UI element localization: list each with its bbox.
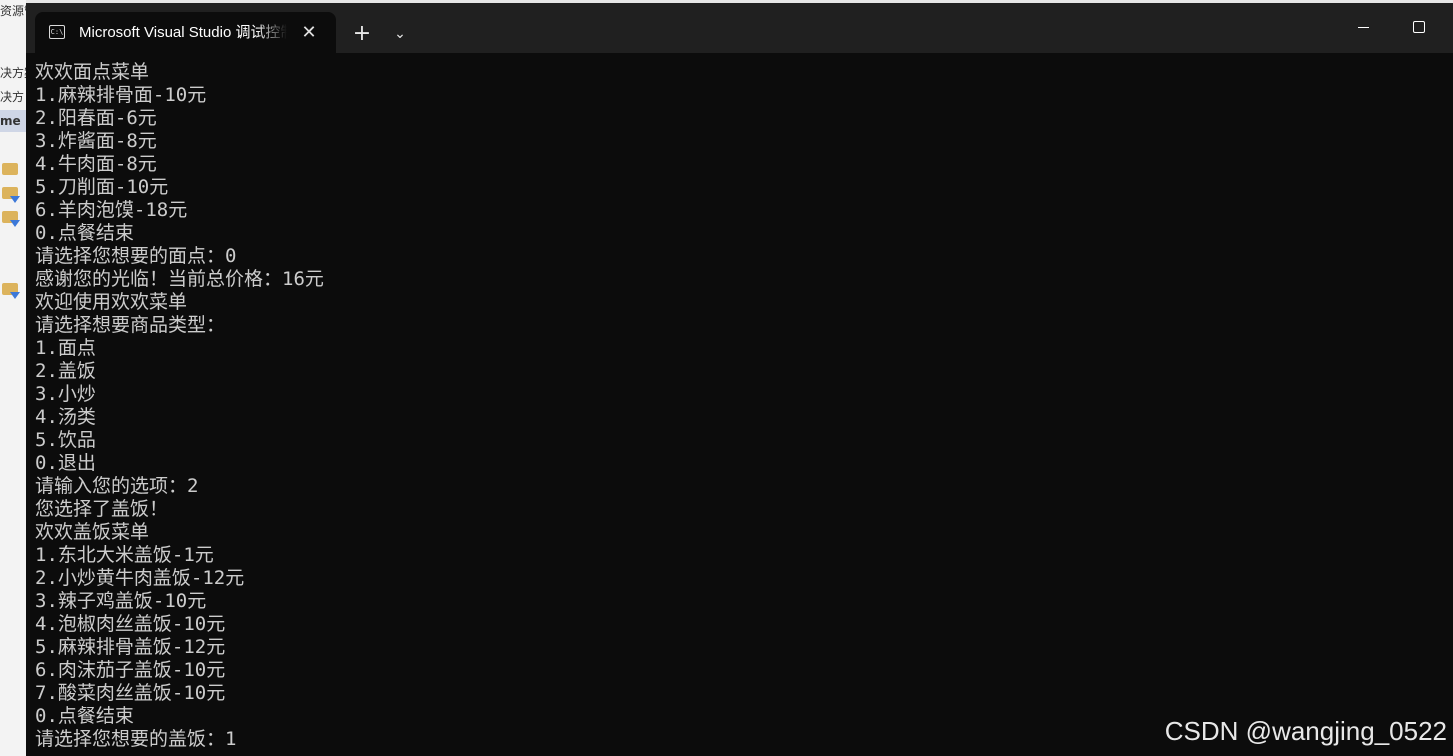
screen: 资源管 决方案 决方 me C:\ Microsoft Visual Studi… <box>0 0 1453 756</box>
console-line: 2.盖饭 <box>35 360 96 382</box>
minimize-icon <box>1358 27 1369 28</box>
console-line: 3.炸酱面-8元 <box>35 130 157 152</box>
minimize-button[interactable] <box>1334 3 1392 53</box>
folder-icon <box>2 163 18 175</box>
tab-title: Microsoft Visual Studio 调试控制台 <box>79 24 287 41</box>
console-line: 1.东北大米盖饭-1元 <box>35 544 214 566</box>
console-line: 4.汤类 <box>35 406 96 428</box>
tab-debug-console[interactable]: C:\ Microsoft Visual Studio 调试控制台 ✕ <box>35 12 336 53</box>
filter-icon <box>10 292 20 299</box>
close-tab-button[interactable]: ✕ <box>297 21 321 45</box>
bg-row-solution[interactable]: 决方 <box>0 86 26 108</box>
console-line: 请选择想要商品类型： <box>35 314 226 336</box>
maximize-button[interactable] <box>1392 3 1450 53</box>
console-line: 4.泡椒肉丝盖饭-10元 <box>35 613 226 635</box>
console-line: 欢欢盖饭菜单 <box>35 521 150 543</box>
filter-icon <box>10 196 20 203</box>
terminal-window: C:\ Microsoft Visual Studio 调试控制台 ✕ + ⌄ … <box>26 3 1453 756</box>
bg-row-project[interactable]: me <box>0 110 26 132</box>
console-line: 感谢您的光临！当前总价格：16元 <box>35 268 324 290</box>
new-tab-button[interactable]: + <box>348 20 376 48</box>
console-line: 7.酸菜肉丝盖饭-10元 <box>35 682 226 704</box>
console-line: 请输入您的选项：2 <box>35 475 199 497</box>
console-line: 欢迎使用欢欢菜单 <box>35 291 188 313</box>
console-line: 0.点餐结束 <box>35 222 134 244</box>
bg-row-solution-explorer-title: 资源管 <box>0 4 26 18</box>
title-bar[interactable]: C:\ Microsoft Visual Studio 调试控制台 ✕ + ⌄ <box>26 3 1453 53</box>
console-line: 6.羊肉泡馍-18元 <box>35 199 188 221</box>
maximize-icon <box>1413 21 1425 33</box>
console-line: 5.麻辣排骨盖饭-12元 <box>35 636 226 658</box>
console-line: 4.牛肉面-8元 <box>35 153 157 175</box>
console-line: 您选择了盖饭！ <box>35 498 169 520</box>
bg-row-search-solution[interactable]: 决方案 <box>0 62 26 84</box>
console-line: 5.刀削面-10元 <box>35 176 169 198</box>
console-icon: C:\ <box>49 25 65 39</box>
csdn-watermark: CSDN @wangjing_0522 <box>1164 716 1447 746</box>
console-line: 5.饮品 <box>35 429 96 451</box>
console-line: 请选择您想要的面点：0 <box>35 245 237 267</box>
background-solution-explorer: 资源管 决方案 决方 me <box>0 0 27 756</box>
console-line: 欢欢面点菜单 <box>35 61 150 83</box>
console-line: 0.退出 <box>35 452 96 474</box>
console-line: 3.小炒 <box>35 383 96 405</box>
filter-icon <box>10 220 20 227</box>
console-output[interactable]: 欢欢面点菜单 1.麻辣排骨面-10元 2.阳春面-6元 3.炸酱面-8元 4.牛肉面-8… <box>35 61 1435 751</box>
console-line: 1.麻辣排骨面-10元 <box>35 84 207 106</box>
console-line: 1.面点 <box>35 337 96 359</box>
console-line: 2.小炒黄牛肉盖饭-12元 <box>35 567 245 589</box>
console-line: 3.辣子鸡盖饭-10元 <box>35 590 207 612</box>
chevron-down-icon[interactable]: ⌄ <box>388 20 412 48</box>
console-line: 2.阳春面-6元 <box>35 107 157 129</box>
console-line: 6.肉沫茄子盖饭-10元 <box>35 659 226 681</box>
